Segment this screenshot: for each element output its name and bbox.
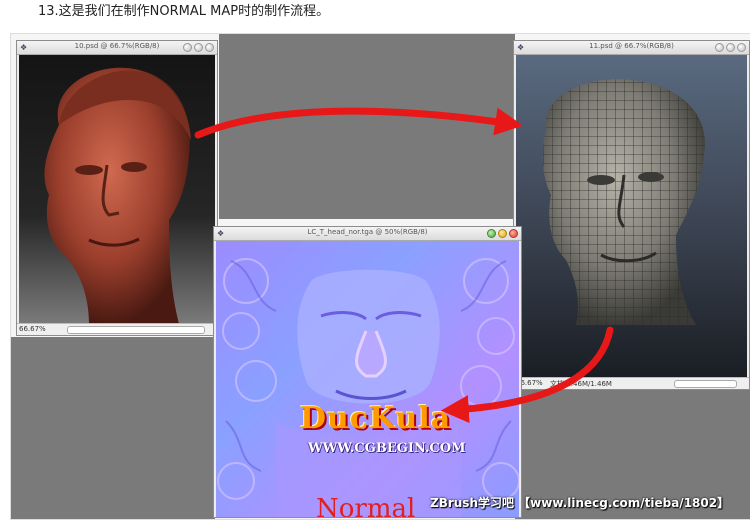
arrow-right bbox=[194, 107, 524, 139]
arrow-down-left bbox=[440, 326, 614, 424]
watermark-text: ZBrush学习吧 【www.linecg.com/tieba/1802】 bbox=[430, 496, 730, 510]
workflow-arrows bbox=[194, 107, 614, 424]
